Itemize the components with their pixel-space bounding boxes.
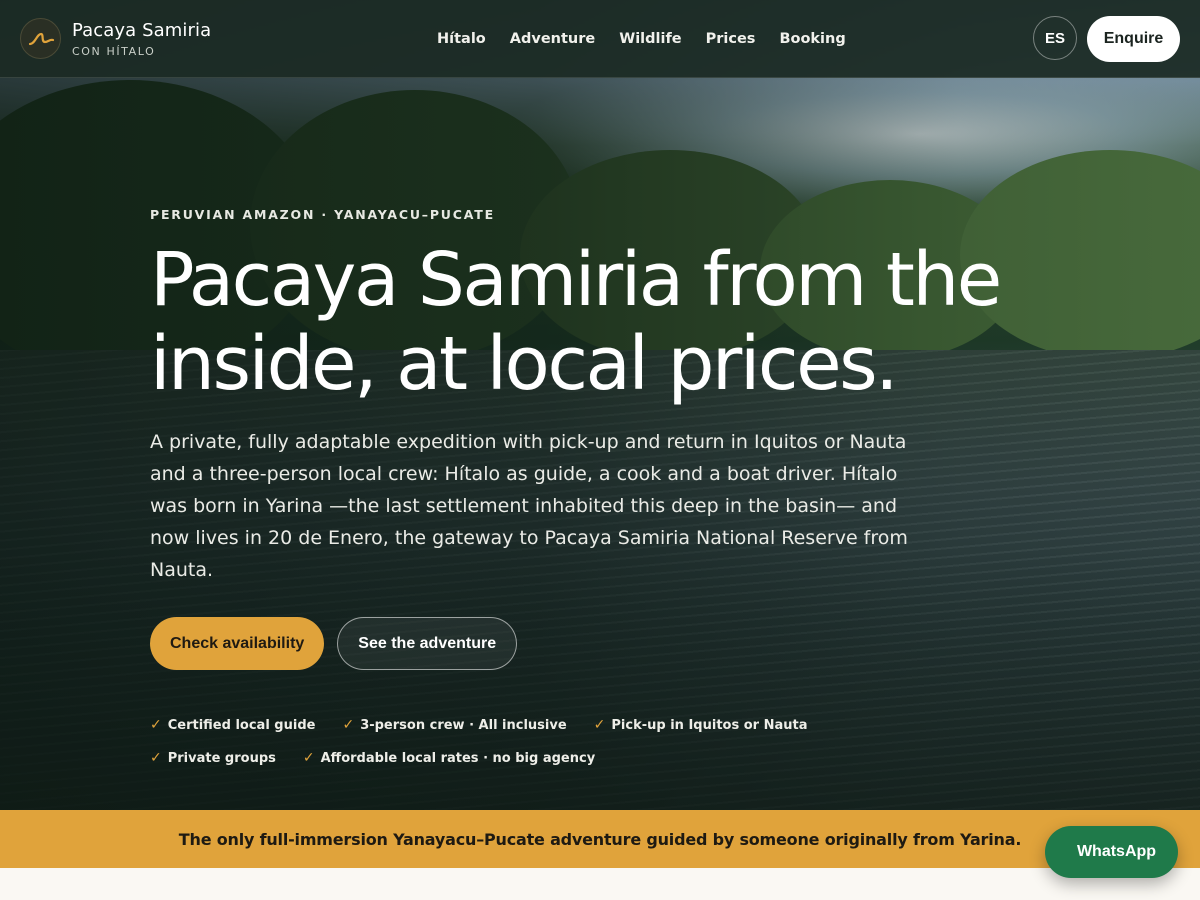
checkmark-icon: ✓ (302, 750, 315, 766)
main-nav: Hítalo Adventure Wildlife Prices Booking (437, 0, 846, 78)
feature-item: ✓ Private groups (150, 750, 276, 766)
nav-item-booking[interactable]: Booking (779, 31, 845, 47)
feature-item: ✓ Certified local guide (150, 717, 315, 733)
feature-label: Affordable local rates · no big agency (320, 750, 596, 766)
hero-title: Pacaya Samiria from the inside, at local… (150, 238, 1050, 406)
feature-label: 3-person crew · All inclusive (360, 717, 567, 733)
feature-item: ✓ Affordable local rates · no big agency (303, 750, 595, 766)
checkmark-icon: ✓ (342, 717, 355, 733)
hero-eyebrow: PERUVIAN AMAZON · YANAYACU–PUCATE (150, 207, 495, 222)
hero-title-line-1: Pacaya Samiria from the (150, 237, 1002, 323)
language-toggle-button[interactable]: ES (1033, 16, 1077, 60)
nav-item-adventure[interactable]: Adventure (510, 31, 595, 47)
checkmark-icon: ✓ (150, 717, 162, 733)
brand-subtitle: CON HÍTALO (72, 44, 156, 58)
hero-lead: A private, fully adaptable expedition wi… (150, 431, 908, 581)
checkmark-icon: ✓ (593, 717, 606, 733)
hero-title-line-2: inside, at local prices. (150, 321, 899, 407)
feature-item: ✓ 3-person crew · All inclusive (342, 717, 566, 733)
brand-logo-link[interactable]: Pacaya Samiria CON HÍTALO (20, 18, 211, 59)
check-availability-button[interactable]: Check availability (150, 617, 325, 670)
highlight-banner: The only full-immersion Yanayacu–Pucate … (0, 810, 1200, 868)
feature-checklist: ✓ Certified local guide ✓ 3-person crew … (150, 717, 950, 766)
nav-item-wildlife[interactable]: Wildlife (619, 31, 681, 47)
river-swoosh-icon (20, 18, 61, 59)
hero-content: PERUVIAN AMAZON · YANAYACU–PUCATE Pacaya… (150, 207, 1050, 766)
feature-label: Certified local guide (167, 717, 316, 733)
hero-cta-group: Check availability See the adventure (150, 617, 1050, 670)
banner-text: The only full-immersion Yanayacu–Pucate … (178, 829, 1022, 849)
site-header: Pacaya Samiria CON HÍTALO Hítalo Adventu… (0, 0, 1200, 78)
feature-item: ✓ Pick-up in Iquitos or Nauta (594, 717, 808, 733)
checkmark-icon: ✓ (150, 750, 162, 766)
see-adventure-button[interactable]: See the adventure (337, 617, 518, 670)
nav-item-hitalo[interactable]: Hítalo (437, 31, 486, 47)
feature-label: Private groups (167, 750, 276, 766)
brand-title: Pacaya Samiria (72, 19, 212, 41)
whatsapp-button[interactable]: WhatsApp (1045, 826, 1178, 878)
next-section (0, 868, 1200, 900)
enquire-button[interactable]: Enquire (1087, 16, 1180, 62)
feature-label: Pick-up in Iquitos or Nauta (611, 717, 808, 733)
nav-item-prices[interactable]: Prices (706, 31, 756, 47)
